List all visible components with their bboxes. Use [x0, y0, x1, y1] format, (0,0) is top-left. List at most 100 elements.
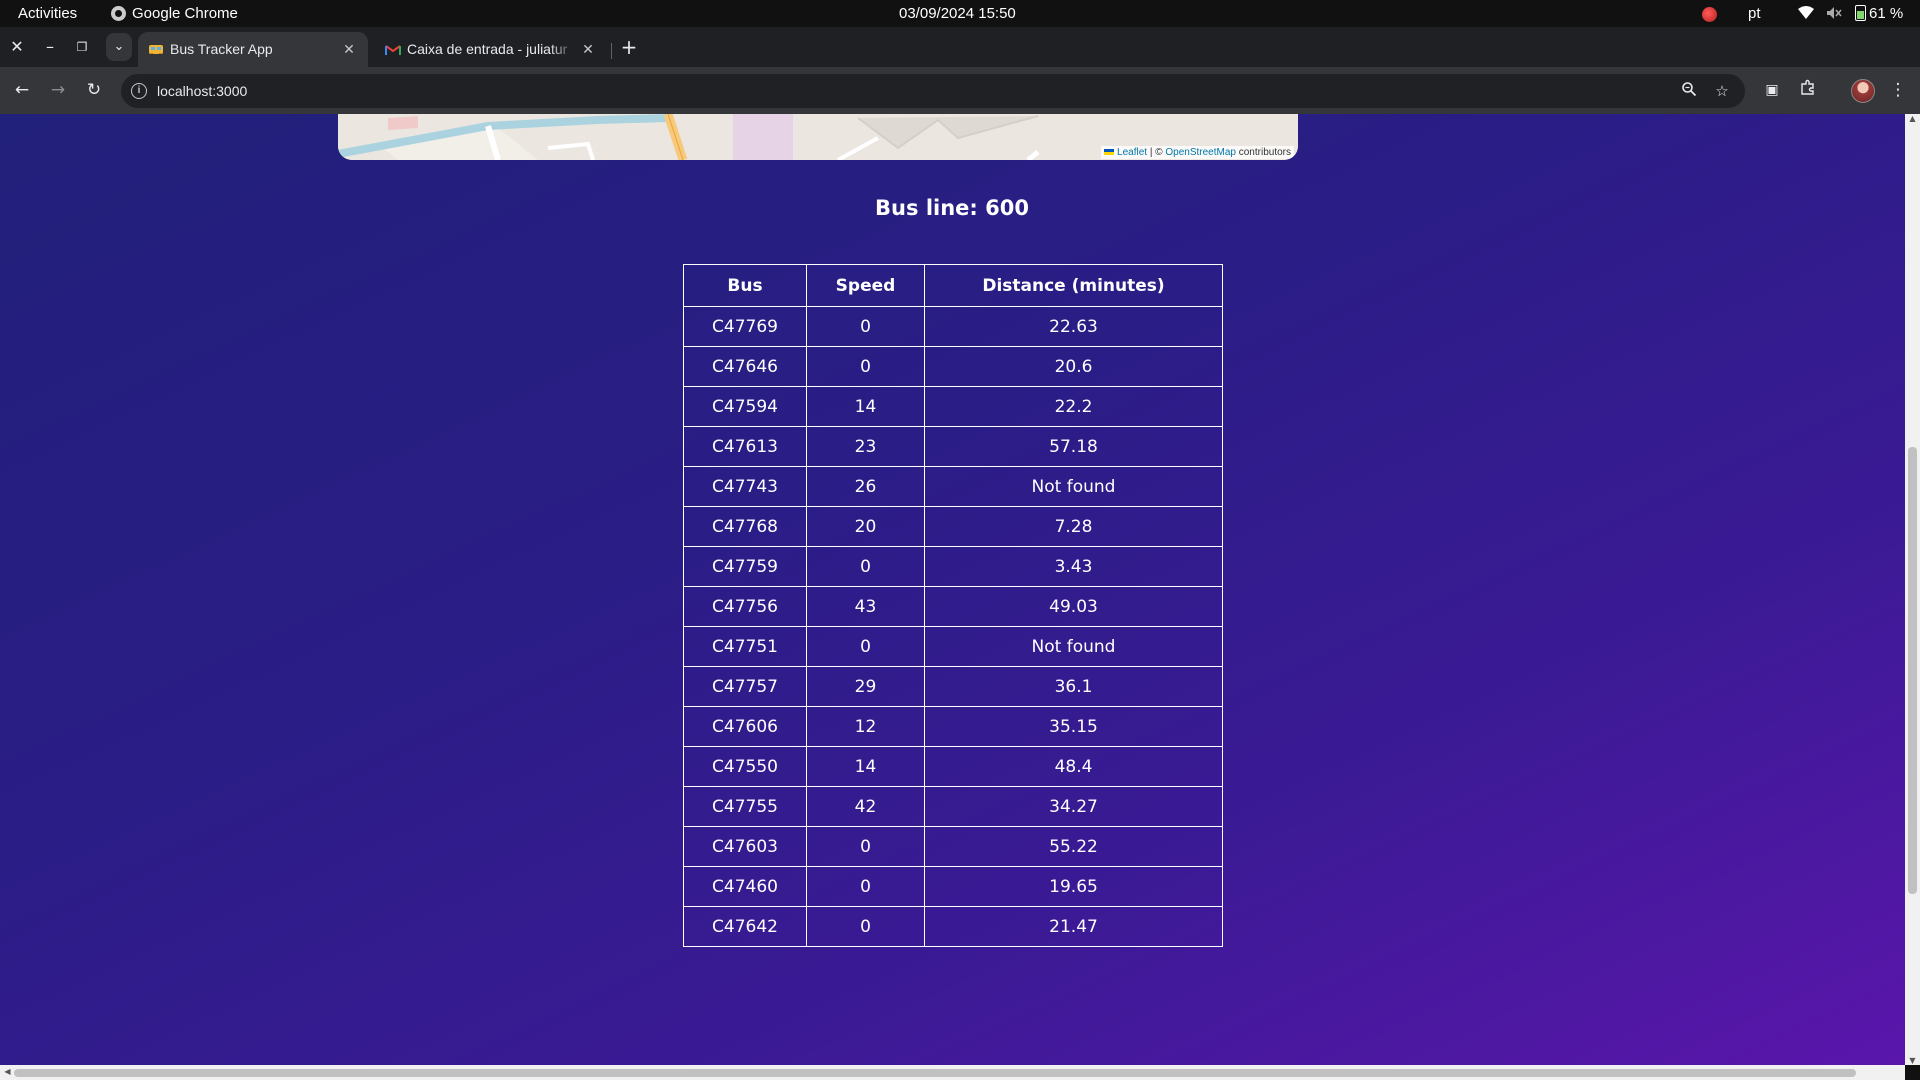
cell-distance: 34.27	[924, 786, 1223, 827]
table-row: C47768 20 7.28	[683, 506, 1223, 547]
vertical-scrollbar[interactable]: ▲ ▼	[1905, 114, 1920, 1065]
tray-app-icon[interactable]	[1702, 6, 1717, 23]
keyboard-layout-indicator[interactable]: pt	[1748, 0, 1761, 27]
cell-distance: 20.6	[924, 346, 1223, 387]
page-content: Leaflet | © OpenStreetMap contributors B…	[0, 114, 1905, 1065]
cell-bus-id: C47743	[683, 466, 807, 507]
cell-distance: Not found	[924, 626, 1223, 667]
map-attribution: Leaflet | © OpenStreetMap contributors	[1101, 146, 1294, 159]
cell-distance: 3.43	[924, 546, 1223, 587]
extensions-puzzle-icon[interactable]	[1796, 78, 1820, 102]
cell-speed: 0	[806, 906, 925, 947]
restore-window-icon[interactable]: ❐	[70, 35, 94, 59]
column-header-distance: Distance (minutes)	[924, 264, 1223, 307]
attribution-suffix: contributors	[1235, 147, 1291, 158]
cell-distance: 49.03	[924, 586, 1223, 627]
cell-speed: 12	[806, 706, 925, 747]
cell-speed: 14	[806, 746, 925, 787]
cell-speed: 0	[806, 866, 925, 907]
back-arrow-icon[interactable]: ←	[10, 78, 34, 102]
cell-bus-id: C47642	[683, 906, 807, 947]
address-bar[interactable]: i localhost:3000 ☆	[121, 74, 1745, 108]
zoom-icon[interactable]	[1679, 81, 1699, 101]
table-row: C47550 14 48.4	[683, 746, 1223, 787]
table-header-row: Bus Speed Distance (minutes)	[683, 264, 1223, 307]
cell-distance: 22.2	[924, 386, 1223, 427]
cell-bus-id: C47756	[683, 586, 807, 627]
openstreetmap-link[interactable]: OpenStreetMap	[1165, 147, 1236, 158]
leaflet-link[interactable]: Leaflet	[1117, 147, 1147, 158]
cell-distance: Not found	[924, 466, 1223, 507]
horizontal-scrollbar[interactable]: ◀	[0, 1065, 1905, 1080]
new-tab-plus-icon[interactable]: +	[618, 36, 640, 58]
cell-bus-id: C47757	[683, 666, 807, 707]
table-row: C47756 43 49.03	[683, 586, 1223, 627]
cell-distance: 57.18	[924, 426, 1223, 467]
tab-gmail-inbox[interactable]: Caixa de entrada - juliatur ✕	[375, 32, 607, 67]
cell-bus-id: C47769	[683, 306, 807, 347]
bookmark-star-icon[interactable]: ☆	[1712, 81, 1732, 101]
forward-arrow-icon[interactable]: →	[46, 78, 70, 102]
table-row: C47743 26 Not found	[683, 466, 1223, 507]
profile-avatar[interactable]	[1851, 79, 1875, 103]
scroll-left-arrow-icon[interactable]: ◀	[0, 1067, 15, 1076]
reload-icon[interactable]: ↻	[82, 78, 106, 102]
cell-bus-id: C47550	[683, 746, 807, 787]
table-row: C47613 23 57.18	[683, 426, 1223, 467]
cell-bus-id: C47646	[683, 346, 807, 387]
cell-distance: 7.28	[924, 506, 1223, 547]
horizontal-scroll-thumb[interactable]	[14, 1069, 1856, 1077]
battery-percentage: 61 %	[1869, 5, 1904, 22]
cell-speed: 0	[806, 626, 925, 667]
cell-speed: 42	[806, 786, 925, 827]
battery-indicator[interactable]: 61 %	[1855, 0, 1903, 27]
activities-button[interactable]: Activities	[18, 0, 77, 27]
more-menu-icon[interactable]: ⋮	[1886, 78, 1910, 102]
table-row: C47606 12 35.15	[683, 706, 1223, 747]
cell-speed: 43	[806, 586, 925, 627]
close-tab-icon[interactable]: ✕	[579, 40, 597, 58]
wifi-icon[interactable]	[1798, 6, 1814, 24]
minimize-window-icon[interactable]: –	[38, 35, 62, 59]
table-row: C47755 42 34.27	[683, 786, 1223, 827]
tab-title: Caixa de entrada - juliatur	[407, 41, 568, 57]
system-top-bar: Activities Google Chrome 03/09/2024 15:5…	[0, 0, 1920, 27]
clock[interactable]: 03/09/2024 15:50	[899, 0, 1016, 27]
column-header-speed: Speed	[806, 264, 925, 307]
table-row: C47751 0 Not found	[683, 626, 1223, 667]
tab-strip: ✕ – ❐ ⌄ Bus Tracker App ✕ Caixa de entra…	[0, 27, 1920, 67]
map-view[interactable]: Leaflet | © OpenStreetMap contributors	[338, 114, 1298, 160]
bus-line-heading: Bus line: 600	[875, 196, 1029, 220]
site-info-icon[interactable]: i	[131, 83, 147, 99]
cast-media-icon[interactable]: ▣	[1760, 78, 1784, 102]
gmail-icon	[385, 45, 401, 55]
close-tab-icon[interactable]: ✕	[340, 40, 358, 58]
table-row: C47646 0 20.6	[683, 346, 1223, 387]
cell-distance: 55.22	[924, 826, 1223, 867]
table-row: C47460 0 19.65	[683, 866, 1223, 907]
cell-bus-id: C47606	[683, 706, 807, 747]
tab-bus-tracker[interactable]: Bus Tracker App ✕	[138, 32, 368, 67]
table-body: C47769 0 22.63 C47646 0 20.6 C47594 14 22.2 C4761…	[683, 306, 1223, 947]
cell-distance: 48.4	[924, 746, 1223, 787]
table-row: C47603 0 55.22	[683, 826, 1223, 867]
cell-bus-id: C47613	[683, 426, 807, 467]
cell-speed: 26	[806, 466, 925, 507]
table-row: C47769 0 22.63	[683, 306, 1223, 347]
vertical-scroll-thumb[interactable]	[1908, 447, 1917, 894]
cell-bus-id: C47759	[683, 546, 807, 587]
close-window-icon[interactable]: ✕	[5, 35, 29, 59]
cell-speed: 23	[806, 426, 925, 467]
app-menu[interactable]: Google Chrome	[111, 0, 238, 27]
url-text[interactable]: localhost:3000	[157, 74, 247, 108]
tab-search-chevron-icon[interactable]: ⌄	[106, 33, 132, 61]
cell-bus-id: C47755	[683, 786, 807, 827]
cell-bus-id: C47460	[683, 866, 807, 907]
cell-distance: 22.63	[924, 306, 1223, 347]
volume-muted-icon[interactable]	[1826, 6, 1842, 24]
scroll-down-arrow-icon[interactable]: ▼	[1905, 1056, 1920, 1065]
scroll-up-arrow-icon[interactable]: ▲	[1905, 114, 1920, 123]
table-row: C47759 0 3.43	[683, 546, 1223, 587]
cell-speed: 0	[806, 346, 925, 387]
cell-speed: 20	[806, 506, 925, 547]
